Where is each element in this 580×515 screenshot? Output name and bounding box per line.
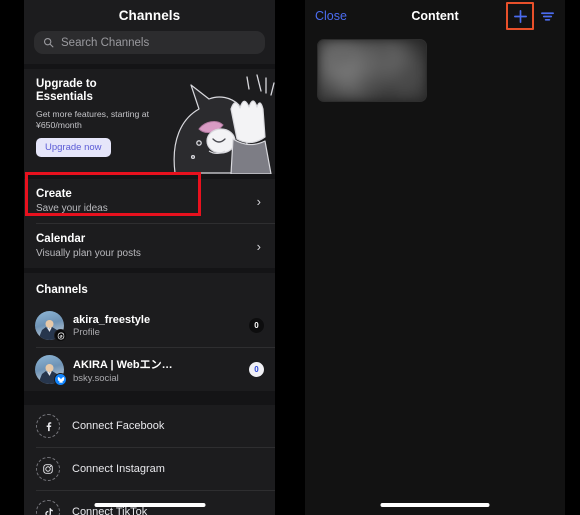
add-button-highlight [506, 2, 534, 30]
chevron-right-icon: › [256, 238, 261, 254]
list-item[interactable]: akira_freestyle Profile 0 [24, 304, 275, 347]
content-thumbnail-card[interactable] [317, 39, 427, 102]
upgrade-heading: Upgrade to Essentials [36, 78, 97, 103]
page-title: Channels [118, 8, 181, 23]
connect-facebook-label: Connect Facebook [72, 420, 165, 432]
tiktok-icon [36, 500, 60, 515]
search-section: Search Channels [24, 23, 275, 64]
search-icon [43, 37, 54, 48]
connect-tiktok-label: Connect TikTok [72, 506, 148, 515]
channel-subtitle: bsky.social [73, 372, 119, 384]
upgrade-subtext: Get more features, starting at ¥650/mont… [36, 109, 149, 130]
instagram-icon [36, 457, 60, 481]
calendar-row-subtitle: Visually plan your posts [36, 248, 141, 259]
screenshot-root: Channels Search Channels Upgrade to Esse… [0, 0, 580, 515]
channel-name: AKIRA | Webエン… [73, 358, 173, 371]
search-placeholder: Search Channels [61, 36, 150, 49]
section-divider [24, 391, 275, 405]
channel-name: akira_freestyle [73, 313, 151, 326]
avatar [35, 311, 67, 342]
connect-instagram-row[interactable]: Connect Instagram [24, 448, 275, 490]
list-item[interactable]: AKIRA | Webエン… bsky.social 0 [24, 348, 275, 391]
channel-count-badge: 0 [249, 362, 264, 377]
create-row-title: Create [36, 188, 72, 200]
threads-icon [54, 329, 67, 342]
avatar [35, 355, 67, 386]
add-content-button[interactable] [506, 2, 534, 30]
home-indicator [380, 503, 490, 507]
channels-panel: Channels Search Channels Upgrade to Esse… [24, 0, 275, 515]
facebook-icon [36, 414, 60, 438]
close-button[interactable]: Close [315, 9, 347, 23]
upgrade-card[interactable]: Upgrade to Essentials Get more features,… [24, 69, 275, 174]
channel-count-badge: 0 [249, 318, 264, 333]
create-row-subtitle: Save your ideas [36, 203, 108, 214]
chevron-right-icon: › [256, 193, 261, 209]
channel-subtitle: Profile [73, 326, 100, 338]
connect-facebook-row[interactable]: Connect Facebook [24, 405, 275, 447]
home-indicator [94, 503, 205, 507]
header-actions [506, 2, 555, 30]
cat-illustration [173, 74, 275, 174]
create-row[interactable]: Create Save your ideas › [24, 179, 275, 223]
bluesky-icon [54, 373, 67, 386]
filter-icon[interactable] [540, 9, 555, 24]
upgrade-now-button[interactable]: Upgrade now [36, 138, 111, 157]
connect-instagram-label: Connect Instagram [72, 463, 165, 475]
calendar-row-title: Calendar [36, 233, 86, 245]
search-input[interactable]: Search Channels [34, 31, 265, 54]
content-header: Close Content [305, 0, 565, 32]
calendar-row[interactable]: Calendar Visually plan your posts › [24, 224, 275, 268]
content-panel: Close Content [305, 0, 565, 515]
blurred-preview [318, 40, 426, 101]
channels-section-heading: Channels [24, 273, 275, 304]
